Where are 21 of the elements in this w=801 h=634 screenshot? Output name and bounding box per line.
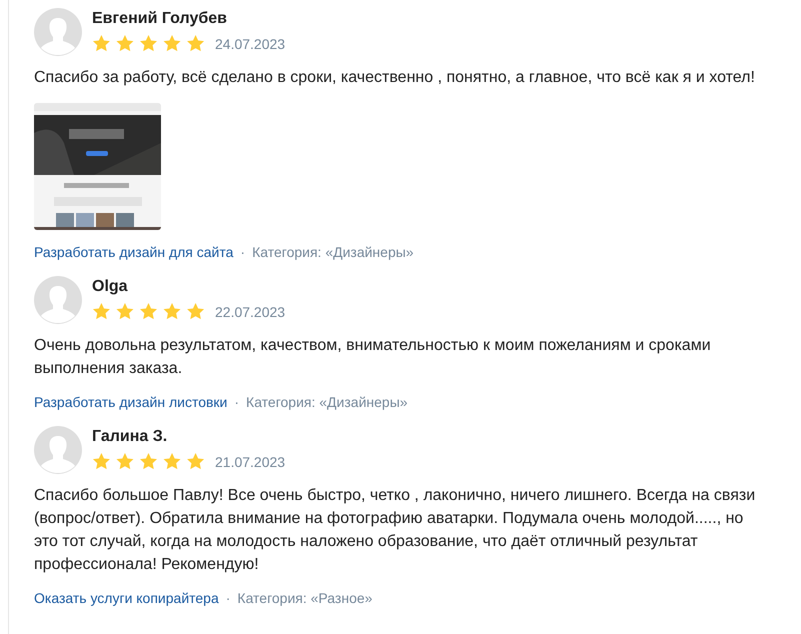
review-text: Спасибо за работу, всё сделано в сроки, качественно , понятно, а главное, что всё как я и хотел! (34, 68, 756, 88)
task-link[interactable]: Разработать дизайн для сайта (34, 244, 234, 260)
separator-dot: · (234, 394, 240, 410)
task-link[interactable]: Разработать дизайн листовки (34, 394, 228, 410)
separator-dot: · (240, 244, 246, 260)
review-date: 22.07.2023 (215, 304, 286, 320)
category-label: Категория: «Дизайнеры» (252, 244, 414, 260)
author-name: Галина З. (92, 427, 168, 447)
separator-dot: · (226, 590, 230, 606)
review-date: 21.07.2023 (215, 454, 286, 470)
avatar-icon (34, 8, 82, 56)
review-text: Очень довольна результатом, качеством, внимательностью к моим пожеланиям и сроками выполнения заказа. (34, 336, 712, 379)
review-date: 24.07.2023 (215, 36, 286, 52)
avatar-icon (34, 276, 82, 324)
category-label: Категория: «Разное» (237, 590, 372, 606)
task-link[interactable]: Оказать услуги копирайтера (34, 590, 219, 606)
author-name: Евгений Голубев (92, 9, 228, 29)
category-label: Категория: «Дизайнеры» (246, 394, 408, 410)
review-text: Спасибо большое Павлу! Все очень быстро, четко , лаконично, ничего лишнего. Всегда на связи (вопрос/ответ). Обратила внимание на фотографию аватарки. Подумала очень молодой....., но это тот случай, когда на молодость наложено образование, что даёт отличный результат профессионала! Рекомендую! (34, 486, 756, 575)
avatar-icon (34, 426, 82, 474)
author-name: Olga (92, 277, 129, 297)
